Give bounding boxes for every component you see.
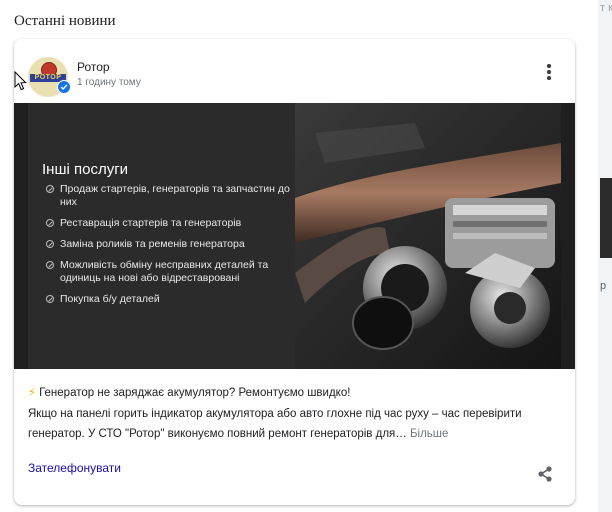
author-name[interactable]: Ротор [77,60,110,74]
call-button[interactable]: Зателефонувати [28,461,121,475]
promo-panel: Інші послуги Продаж стартерів, генератор… [28,103,295,369]
lightning-bolt-icon: ⚡ [28,387,37,399]
engine-photo [295,103,561,369]
check-circle-icon [46,295,54,303]
more-vert-icon [547,64,551,68]
promo-item: Можливість обміну несправних деталей та … [46,259,291,285]
adjacent-card-peek[interactable]: т к ші р [598,0,612,512]
post-text: ⚡ Генератор не заряджає акумулятор? Ремон… [28,383,563,445]
promo-item: Заміна роликів та ременів генератора [46,238,291,251]
promo-item-text: Можливість обміну несправних деталей та … [60,259,269,284]
verified-check-icon [57,80,71,94]
post-image[interactable]: Інші послуги Продаж стартерів, генератор… [14,103,575,369]
promo-item-text: Заміна роликів та ременів генератора [60,238,245,250]
adjacent-card-caption: р [600,280,607,292]
promo-item: Реставрація стартерів та генераторів [46,217,291,230]
check-circle-icon [46,219,54,227]
share-icon[interactable] [536,465,554,483]
adjacent-card-image [600,178,612,258]
adjacent-card-text: т к ші [600,2,612,14]
promo-list: Продаж стартерів, генераторів та запчаст… [46,183,291,314]
more-vert-dot [547,70,551,74]
section-title: Останні новини [14,13,116,29]
more-options-button[interactable] [540,61,558,83]
post-headline: ⚡ Генератор не заряджає акумулятор? Ремон… [28,383,563,404]
promo-item-text: Продаж стартерів, генераторів та запчаст… [60,183,290,208]
more-vert-dot [547,76,551,80]
post-headline-text: Генератор не заряджає акумулятор? Ремонт… [39,387,351,399]
news-post-card[interactable]: РОТОР Ротор 1 годину тому Інші послуги П… [14,39,575,505]
post-body: Якщо на панелі горить індикатор акумулят… [28,404,563,445]
promo-item: Продаж стартерів, генераторів та запчаст… [46,183,291,209]
promo-item-text: Покупка б/у деталей [60,293,160,305]
check-circle-icon [46,240,54,248]
check-circle-icon [46,185,54,193]
check-circle-icon [46,261,54,269]
promo-title: Інші послуги [42,161,129,178]
post-time: 1 годину тому [77,77,141,88]
promo-item: Покупка б/у деталей [46,293,291,306]
mouse-cursor-icon [14,71,27,91]
more-link[interactable]: Більше [410,428,448,440]
promo-item-text: Реставрація стартерів та генераторів [60,217,242,229]
